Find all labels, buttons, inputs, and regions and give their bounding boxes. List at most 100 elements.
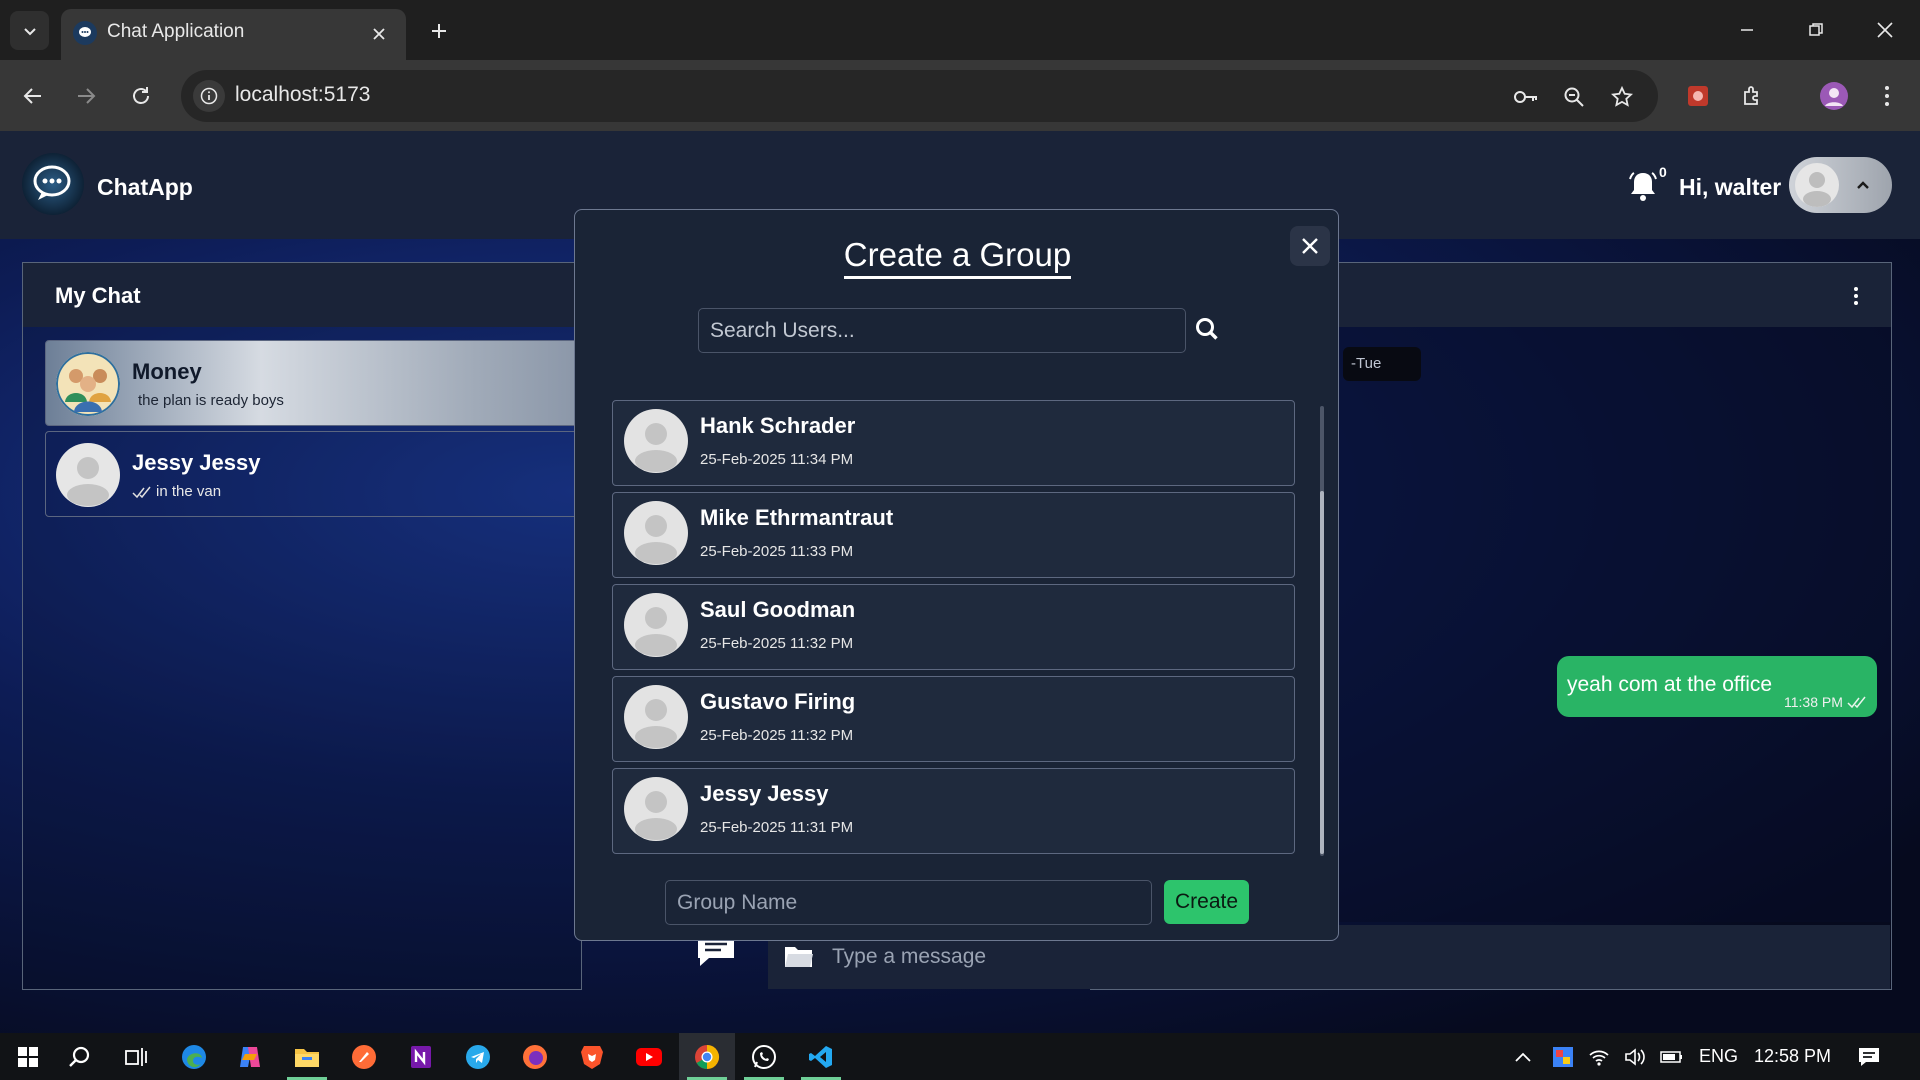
user-date: 25-Feb-2025 11:34 PM xyxy=(700,451,854,468)
message-bubble: yeah com at the office 11:38 PM xyxy=(1557,656,1877,717)
tab-search-button[interactable] xyxy=(10,11,49,50)
scrollbar-thumb[interactable] xyxy=(1320,491,1324,854)
notification-count: 0 xyxy=(1659,164,1667,180)
create-group-modal: Create a Group Hank Schrader 25-Feb-2025… xyxy=(574,209,1339,941)
clock-time[interactable]: 12:58 PM xyxy=(1754,1033,1831,1080)
close-modal-icon[interactable] xyxy=(1290,226,1330,266)
tray-app-icon[interactable] xyxy=(1552,1033,1574,1080)
user-name: Mike Ethrmantraut xyxy=(700,505,894,530)
user-name: Hank Schrader xyxy=(700,413,856,438)
postman-icon[interactable] xyxy=(336,1033,392,1080)
puzzle-extensions-icon[interactable] xyxy=(1734,77,1772,115)
user-card[interactable]: Hank Schrader 25-Feb-2025 11:34 PM xyxy=(612,400,1295,486)
browser-toolbar: localhost:5173 xyxy=(0,60,1920,131)
user-name: Jessy Jessy xyxy=(700,781,829,806)
task-view-icon[interactable] xyxy=(108,1033,164,1080)
folder-icon[interactable] xyxy=(784,943,814,969)
search-users-input[interactable] xyxy=(698,308,1186,353)
chat-last-message: in the van xyxy=(156,483,222,500)
chatapp-logo-icon xyxy=(22,153,84,215)
volume-icon[interactable] xyxy=(1624,1033,1646,1080)
close-tab-icon[interactable] xyxy=(368,23,390,45)
avatar xyxy=(624,777,688,841)
chevron-down-icon xyxy=(23,27,36,35)
youtube-icon[interactable] xyxy=(621,1033,677,1080)
minimize-icon[interactable] xyxy=(1725,12,1769,48)
onenote-icon[interactable] xyxy=(393,1033,449,1080)
language-indicator[interactable]: ENG xyxy=(1699,1033,1738,1080)
message-input[interactable]: Type a message xyxy=(832,945,986,969)
user-card[interactable]: Saul Goodman 25-Feb-2025 11:32 PM xyxy=(612,584,1295,670)
address-bar[interactable]: localhost:5173 xyxy=(181,70,1658,122)
notification-bell-icon[interactable] xyxy=(1626,169,1660,203)
chrome-icon[interactable] xyxy=(679,1033,735,1080)
user-card[interactable]: Gustavo Firing 25-Feb-2025 11:32 PM xyxy=(612,676,1295,762)
site-info-icon[interactable] xyxy=(193,80,225,112)
user-name: Saul Goodman xyxy=(700,597,856,622)
vscode-icon[interactable] xyxy=(793,1033,849,1080)
double-check-icon xyxy=(132,486,152,499)
telegram-icon[interactable] xyxy=(450,1033,506,1080)
browser-tab[interactable]: Chat Application xyxy=(61,9,406,60)
chat-favicon-icon xyxy=(73,21,97,45)
forward-arrow-icon[interactable] xyxy=(67,77,105,115)
search-icon[interactable] xyxy=(1194,316,1224,346)
avatar xyxy=(624,501,688,565)
profile-menu-button[interactable] xyxy=(1789,157,1892,213)
profile-avatar-icon[interactable] xyxy=(1815,77,1853,115)
more-options-icon[interactable] xyxy=(1843,283,1869,309)
user-list-scrollbar[interactable] xyxy=(1320,406,1324,856)
copilot-icon[interactable] xyxy=(222,1033,278,1080)
brand-name: ChatApp xyxy=(97,174,193,200)
user-greeting: Hi, walter xyxy=(1679,174,1782,200)
user-card[interactable]: Mike Ethrmantraut 25-Feb-2025 11:33 PM xyxy=(612,492,1295,578)
tab-title: Chat Application xyxy=(107,21,245,42)
avatar xyxy=(624,593,688,657)
reload-icon[interactable] xyxy=(122,77,160,115)
avatar xyxy=(624,409,688,473)
my-chats-panel: My Chat Money the plan is ready boys Jes… xyxy=(22,262,585,990)
brave-icon[interactable] xyxy=(564,1033,620,1080)
extension-icon[interactable] xyxy=(1679,77,1717,115)
restore-icon[interactable] xyxy=(1794,12,1838,48)
user-date: 25-Feb-2025 11:33 PM xyxy=(700,543,854,560)
notifications-icon[interactable] xyxy=(1857,1033,1881,1080)
url-text: localhost:5173 xyxy=(235,83,371,106)
file-explorer-icon[interactable] xyxy=(279,1033,335,1080)
back-arrow-icon[interactable] xyxy=(14,77,52,115)
avatar xyxy=(56,443,120,507)
double-check-icon xyxy=(1847,696,1867,710)
close-window-icon[interactable] xyxy=(1863,12,1907,48)
edge-icon[interactable] xyxy=(166,1033,222,1080)
windows-start-icon[interactable] xyxy=(0,1033,56,1080)
password-key-icon[interactable] xyxy=(1511,82,1541,112)
message-time: 11:38 PM xyxy=(1784,694,1843,710)
modal-title: Create a Group xyxy=(575,236,1340,279)
whatsapp-icon[interactable] xyxy=(736,1033,792,1080)
group-name-input[interactable] xyxy=(665,880,1152,925)
user-list: Hank Schrader 25-Feb-2025 11:34 PM Mike … xyxy=(612,400,1297,856)
user-date: 25-Feb-2025 11:32 PM xyxy=(700,635,854,652)
chat-name: Money xyxy=(132,359,202,384)
date-chip: -Tue xyxy=(1343,347,1421,381)
tray-overflow-icon[interactable] xyxy=(1514,1033,1532,1080)
user-card[interactable]: Jessy Jessy 25-Feb-2025 11:31 PM xyxy=(612,768,1295,854)
create-group-button[interactable]: Create xyxy=(1164,880,1249,924)
wifi-icon[interactable] xyxy=(1588,1033,1610,1080)
user-date: 25-Feb-2025 11:31 PM xyxy=(700,819,854,836)
avatar xyxy=(624,685,688,749)
chevron-up-icon xyxy=(1853,175,1873,195)
battery-icon[interactable] xyxy=(1660,1033,1684,1080)
my-chats-title: My Chat xyxy=(55,283,141,308)
bookmark-star-icon[interactable] xyxy=(1607,82,1637,112)
firefox-icon[interactable] xyxy=(507,1033,563,1080)
message-text: yeah com at the office xyxy=(1567,673,1773,696)
search-icon[interactable] xyxy=(52,1033,108,1080)
new-tab-icon[interactable] xyxy=(424,16,454,46)
zoom-out-icon[interactable] xyxy=(1559,82,1589,112)
user-date: 25-Feb-2025 11:32 PM xyxy=(700,727,854,744)
chat-item-jessy[interactable]: Jessy Jessy in the van xyxy=(45,431,585,517)
chat-item-money[interactable]: Money the plan is ready boys xyxy=(45,340,585,426)
browser-menu-icon[interactable] xyxy=(1868,77,1906,115)
windows-taskbar: ENG 12:58 PM xyxy=(0,1033,1920,1080)
